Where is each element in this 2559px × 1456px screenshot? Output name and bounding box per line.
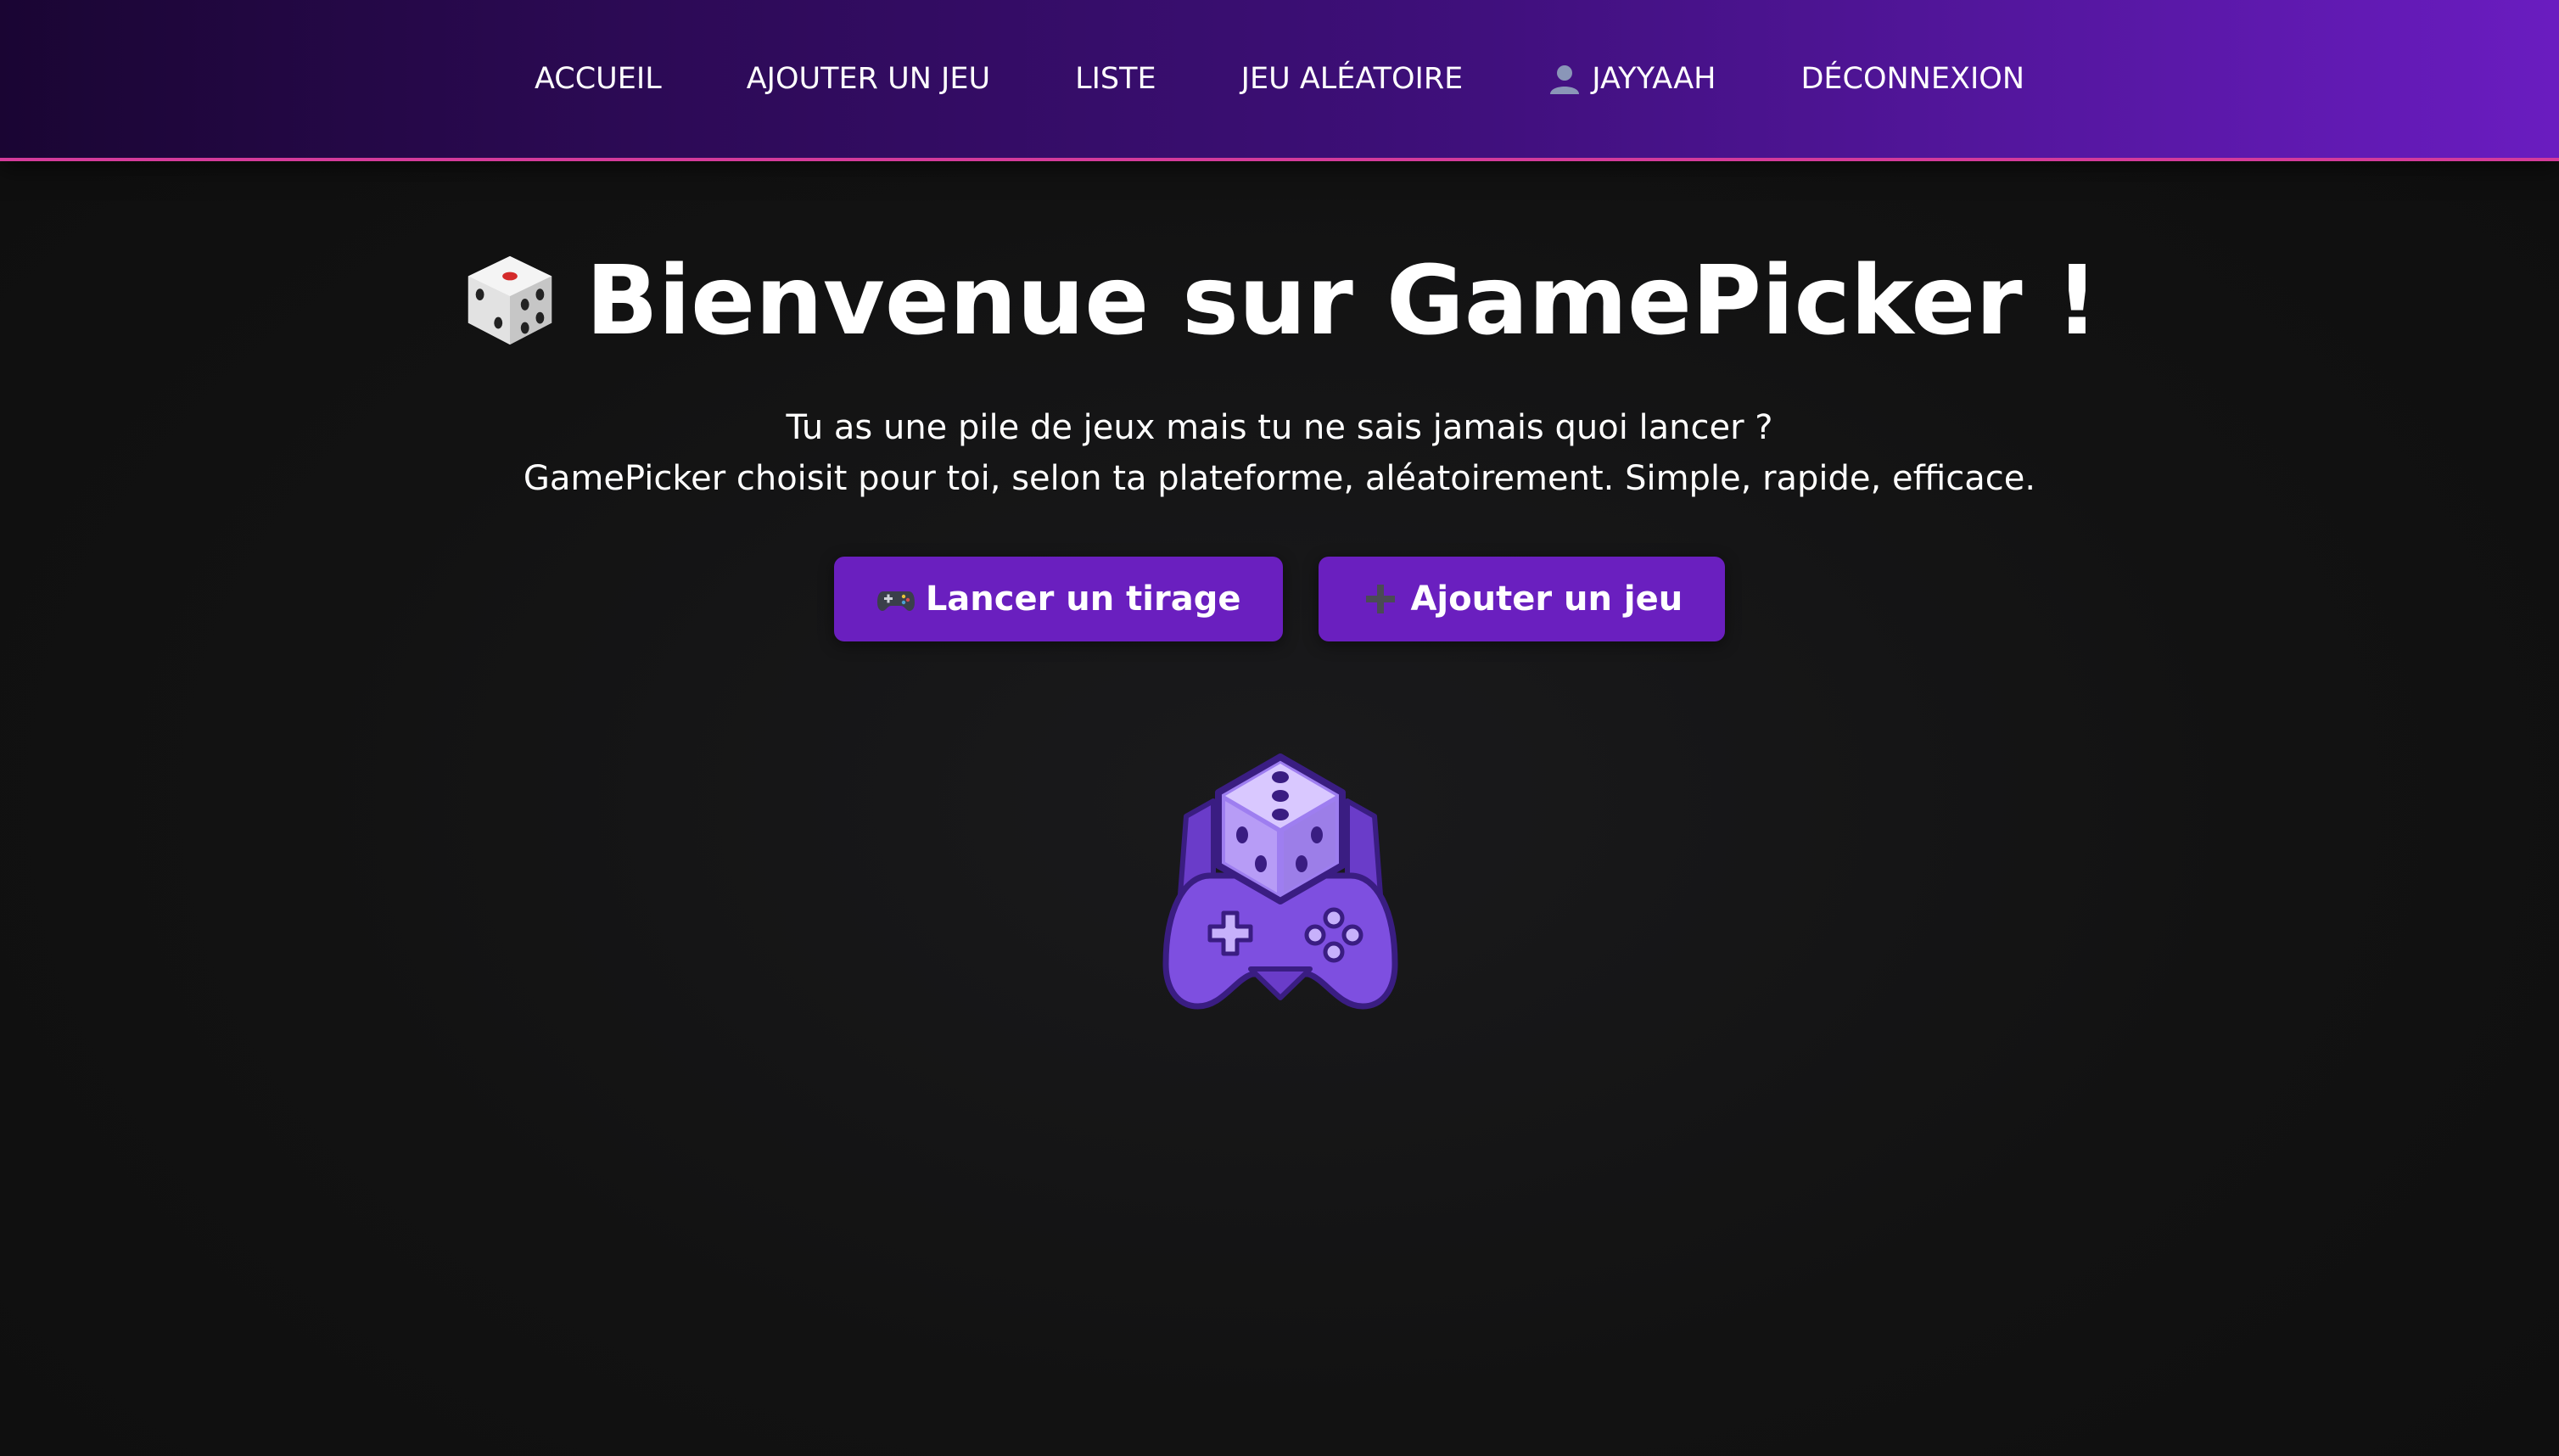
nav-link-logout[interactable]: DÉCONNEXION (1800, 62, 2024, 96)
user-icon (1550, 65, 1580, 94)
nav-item-liste: LISTE (1075, 62, 1156, 96)
nav-item-random: JEU ALÉATOIRE (1241, 62, 1464, 96)
nav-link-add-game[interactable]: AJOUTER UN JEU (747, 62, 990, 96)
nav-link-list[interactable]: LISTE (1075, 62, 1156, 96)
nav-item-logout: DÉCONNEXION (1800, 62, 2024, 96)
top-navbar: ACCUEIL AJOUTER UN JEU LISTE JEU ALÉATOI… (0, 0, 2559, 161)
page-title: Bienvenue sur GamePicker ! (0, 238, 2559, 365)
hero-section: Bienvenue sur GamePicker ! Tu as une pil… (0, 238, 2559, 641)
subtitle: Tu as une pile de jeux mais tu ne sais j… (0, 402, 2559, 504)
nav-link-accueil[interactable]: ACCUEIL (535, 62, 662, 96)
nav-link-random-game[interactable]: JEU ALÉATOIRE (1241, 62, 1464, 96)
add-game-label: Ajouter un jeu (1410, 580, 1683, 619)
nav-menu: ACCUEIL AJOUTER UN JEU LISTE JEU ALÉATOI… (0, 0, 2559, 158)
launch-draw-label: Lancer un tirage (925, 580, 1241, 619)
nav-item-accueil: ACCUEIL (535, 62, 662, 96)
title-text: Bienvenue sur GamePicker ! (585, 246, 2099, 356)
add-game-button[interactable]: Ajouter un jeu (1319, 557, 1726, 641)
subtitle-line-2: GamePicker choisit pour toi, selon ta pl… (523, 459, 2036, 498)
launch-draw-button[interactable]: Lancer un tirage (833, 557, 1284, 641)
subtitle-line-1: Tu as une pile de jeux mais tu ne sais j… (786, 408, 1773, 447)
action-buttons: Lancer un tirage Ajouter un jeu (0, 557, 2559, 641)
dice-controller-logo (1162, 753, 1398, 1010)
page: ACCUEIL AJOUTER UN JEU LISTE JEU ALÉATOI… (0, 0, 2559, 1456)
gamepad-icon (876, 591, 915, 611)
nav-link-user-profile[interactable]: JAYYAAH (1548, 62, 1716, 96)
nav-item-ajouter: AJOUTER UN JEU (747, 62, 990, 96)
nav-item-user: JAYYAAH (1548, 62, 1716, 96)
username-label: JAYYAAH (1592, 62, 1716, 96)
dice-icon (468, 255, 552, 345)
plus-icon (1366, 585, 1396, 613)
gamepicker-logo (1161, 752, 1400, 1011)
